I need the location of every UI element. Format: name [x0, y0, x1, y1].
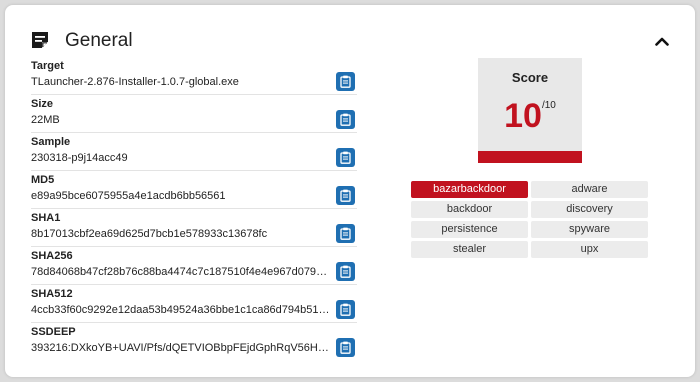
field-sample: Sample 230318-p9j14acc49: [31, 133, 357, 171]
tag-bazarbackdoor[interactable]: bazarbackdoor: [411, 181, 528, 198]
score-title: Score: [511, 70, 549, 85]
field-value[interactable]: 78d84068b47cf28b76c88ba4474c7c187510f4e4…: [31, 266, 331, 278]
field-label: MD5: [31, 174, 55, 186]
field-value[interactable]: 4ccb33f60c9292e12daa53b49524a36bbe1c1ca8…: [31, 304, 331, 316]
score-bar: [478, 151, 582, 163]
clipboard-icon: [340, 265, 351, 278]
clipboard-icon: [340, 341, 351, 354]
copy-button[interactable]: [336, 110, 355, 129]
field-list: Target TLauncher-2.876-Installer-1.0.7-g…: [31, 57, 357, 360]
copy-button[interactable]: [336, 72, 355, 91]
field-label: Size: [31, 98, 54, 110]
field-md5: MD5 e89a95bce6075955a4e1acdb6bb56561: [31, 171, 357, 209]
score-card: Score 10/10: [478, 58, 582, 163]
field-value[interactable]: 230318-p9j14acc49: [31, 152, 331, 164]
tag-list: bazarbackdoor adware backdoor discovery …: [411, 181, 648, 258]
field-label: SHA1: [31, 212, 61, 224]
copy-button[interactable]: [336, 148, 355, 167]
copy-button[interactable]: [336, 338, 355, 357]
tag-persistence[interactable]: persistence: [411, 221, 528, 238]
score-value: 10: [504, 97, 542, 135]
field-label: SHA256: [31, 250, 73, 262]
clipboard-icon: [340, 151, 351, 164]
copy-button[interactable]: [336, 186, 355, 205]
field-label: SHA512: [31, 288, 73, 300]
field-value[interactable]: 8b17013cbf2ea69d625d7bcb1e578933c13678fc: [31, 228, 331, 240]
tag-spyware[interactable]: spyware: [531, 221, 648, 238]
general-panel: General Target TLauncher-2.876-Installer…: [5, 5, 695, 377]
field-sha256: SHA256 78d84068b47cf28b76c88ba4474c7c187…: [31, 247, 357, 285]
score-value-wrap: 10/10: [478, 96, 582, 136]
field-sha512: SHA512 4ccb33f60c9292e12daa53b49524a36bb…: [31, 285, 357, 323]
panel-title: General: [65, 30, 133, 51]
notes-icon: [30, 30, 50, 50]
field-value[interactable]: 22MB: [31, 114, 331, 126]
copy-button[interactable]: [336, 300, 355, 319]
copy-button[interactable]: [336, 224, 355, 243]
clipboard-icon: [340, 113, 351, 126]
tag-backdoor[interactable]: backdoor: [411, 201, 528, 218]
field-value[interactable]: TLauncher-2.876-Installer-1.0.7-global.e…: [31, 76, 331, 88]
field-label: SSDEEP: [31, 326, 76, 338]
tag-upx[interactable]: upx: [531, 241, 648, 258]
tag-adware[interactable]: adware: [531, 181, 648, 198]
clipboard-icon: [340, 189, 351, 202]
clipboard-icon: [340, 303, 351, 316]
tag-discovery[interactable]: discovery: [531, 201, 648, 218]
collapse-button[interactable]: [650, 31, 674, 51]
field-label: Target: [31, 60, 64, 72]
field-label: Sample: [31, 136, 71, 148]
score-max: /10: [541, 100, 556, 111]
chevron-up-icon: [655, 37, 669, 46]
field-value[interactable]: 393216:DXkoYB+UAVI/Pfs/dQETVIOBbpFEjdGph…: [31, 342, 331, 354]
field-sha1: SHA1 8b17013cbf2ea69d625d7bcb1e578933c13…: [31, 209, 357, 247]
copy-button[interactable]: [336, 262, 355, 281]
field-target: Target TLauncher-2.876-Installer-1.0.7-g…: [31, 57, 357, 95]
field-size: Size 22MB: [31, 95, 357, 133]
field-value[interactable]: e89a95bce6075955a4e1acdb6bb56561: [31, 190, 331, 202]
tag-stealer[interactable]: stealer: [411, 241, 528, 258]
field-ssdeep: SSDEEP 393216:DXkoYB+UAVI/Pfs/dQETVIOBbp…: [31, 323, 357, 360]
clipboard-icon: [340, 227, 351, 240]
clipboard-icon: [340, 75, 351, 88]
